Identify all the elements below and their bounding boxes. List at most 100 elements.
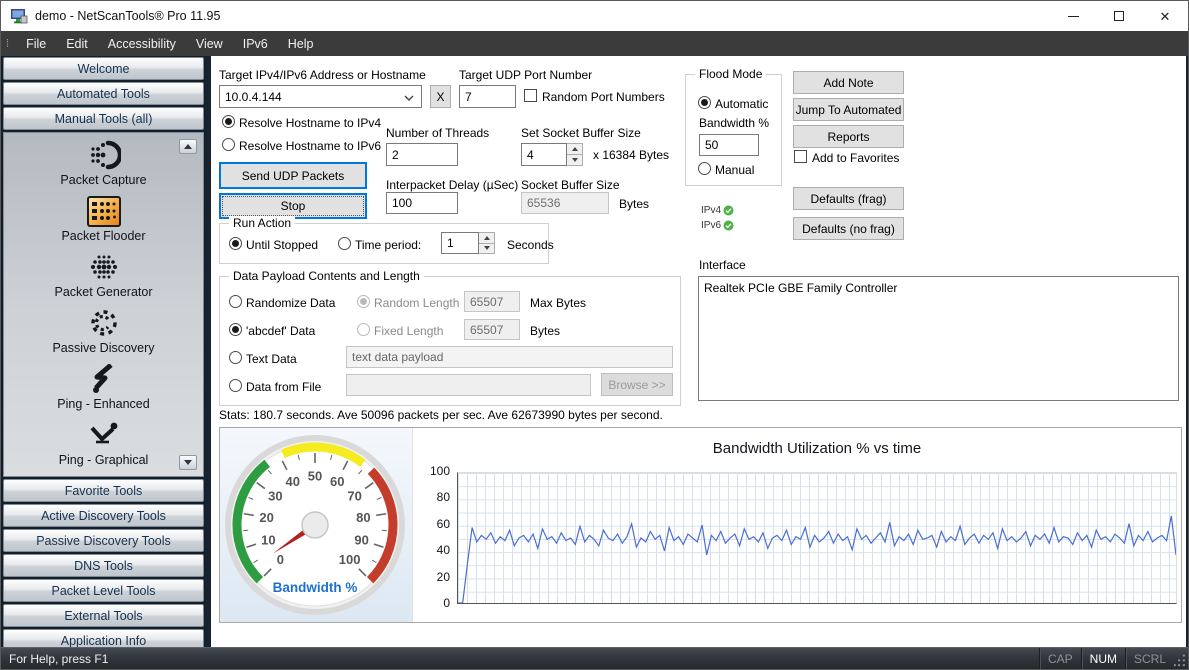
sidebar-section-favorite-tools[interactable]: Favorite Tools bbox=[3, 479, 204, 502]
svg-text:60: 60 bbox=[330, 474, 344, 489]
bandwidth-percent-label: Bandwidth % bbox=[699, 116, 769, 130]
scroll-up-button[interactable] bbox=[179, 139, 197, 154]
defaults-nofrag-button[interactable]: Defaults (no frag) bbox=[793, 217, 904, 240]
scroll-down-button[interactable] bbox=[179, 455, 197, 470]
abcdef-data-radio[interactable] bbox=[229, 323, 242, 336]
y-tick-label: 40 bbox=[420, 543, 450, 557]
time-period-radio[interactable] bbox=[338, 237, 351, 250]
stats-text: Stats: 180.7 seconds. Ave 50096 packets … bbox=[219, 408, 663, 422]
resolve-ipv6-radio[interactable] bbox=[222, 138, 235, 151]
ipv4-label: IPv4 bbox=[701, 205, 721, 216]
time-period-label: Time period: bbox=[355, 238, 421, 252]
target-address-value: 10.0.4.144 bbox=[225, 90, 282, 104]
sidebar-section-passive-discovery[interactable]: Passive Discovery Tools bbox=[3, 529, 204, 552]
abcdef-data-label: 'abcdef' Data bbox=[246, 324, 315, 338]
svg-text:20: 20 bbox=[259, 510, 273, 525]
tool-packet-generator[interactable]: Packet Generator bbox=[4, 250, 203, 306]
random-length-radio bbox=[357, 295, 370, 308]
randomize-data-radio[interactable] bbox=[229, 295, 242, 308]
tool-ping-graphical[interactable]: Ping - Graphical bbox=[4, 418, 203, 474]
add-to-favorites-checkbox[interactable] bbox=[794, 150, 807, 163]
svg-text:Bandwidth %: Bandwidth % bbox=[273, 580, 358, 595]
interpacket-delay-input[interactable]: 100 bbox=[386, 192, 458, 214]
tool-packet-flooder[interactable]: Packet Flooder bbox=[4, 194, 203, 250]
socket-buffer-size-input: 65536 bbox=[521, 192, 609, 214]
menu-ipv6[interactable]: IPv6 bbox=[233, 31, 278, 56]
sidebar-section-dns-tools[interactable]: DNS Tools bbox=[3, 554, 204, 577]
defaults-frag-button[interactable]: Defaults (frag) bbox=[793, 187, 904, 210]
bandwidth-percent-input[interactable]: 50 bbox=[699, 134, 759, 156]
text-data-input[interactable]: text data payload bbox=[346, 346, 673, 368]
packet-flooder-panel: Target IPv4/IPv6 Address or Hostname 10.… bbox=[211, 56, 1186, 647]
interface-listbox[interactable]: Realtek PCIe GBE Family Controller bbox=[698, 276, 1179, 401]
tool-packet-capture[interactable]: Packet Capture bbox=[4, 138, 203, 194]
socket-buffer-size-suffix: Bytes bbox=[619, 197, 649, 211]
interpacket-delay-label: Interpacket Delay (µSec) bbox=[386, 178, 518, 192]
socket-multiplier-spinner[interactable]: 4 bbox=[521, 143, 583, 166]
maximize-button[interactable] bbox=[1096, 1, 1142, 31]
sidebar-section-active-discovery[interactable]: Active Discovery Tools bbox=[3, 504, 204, 527]
sidebar-section-external-tools[interactable]: External Tools bbox=[3, 604, 204, 627]
sidebar-section-automated-tools[interactable]: Automated Tools bbox=[3, 82, 204, 105]
time-period-suffix: Seconds bbox=[507, 238, 554, 252]
tool-label: Passive Discovery bbox=[52, 341, 154, 355]
send-udp-packets-button[interactable]: Send UDP Packets bbox=[219, 162, 367, 189]
tool-passive-discovery[interactable]: Passive Discovery bbox=[4, 306, 203, 362]
until-stopped-radio[interactable] bbox=[229, 237, 242, 250]
minimize-button[interactable] bbox=[1050, 1, 1096, 31]
resolve-ipv6-label: Resolve Hostname to IPv6 bbox=[239, 139, 381, 153]
y-tick-label: 0 bbox=[420, 596, 450, 610]
menu-help[interactable]: Help bbox=[278, 31, 324, 56]
menu-edit[interactable]: Edit bbox=[56, 31, 98, 56]
text-data-radio[interactable] bbox=[229, 351, 242, 364]
fixed-length-label: Fixed Length bbox=[374, 324, 443, 338]
toolbar-grip-icon: ⁞ bbox=[6, 38, 8, 50]
threads-input[interactable]: 2 bbox=[386, 143, 458, 166]
spin-up-button[interactable] bbox=[479, 233, 494, 243]
time-period-value[interactable]: 1 bbox=[441, 232, 479, 254]
manual-radio[interactable] bbox=[698, 162, 711, 175]
udp-port-input[interactable]: 7 bbox=[459, 85, 516, 108]
title-bar: demo - NetScanTools® Pro 11.95 ✕ bbox=[1, 1, 1188, 31]
target-address-combobox[interactable]: 10.0.4.144 bbox=[219, 85, 422, 108]
maximize-icon bbox=[1114, 11, 1124, 21]
resolve-ipv4-radio[interactable] bbox=[222, 115, 235, 128]
reports-button[interactable]: Reports bbox=[793, 125, 904, 148]
time-period-spinner[interactable]: 1 bbox=[441, 232, 495, 254]
sidebar-section-packet-level-tools[interactable]: Packet Level Tools bbox=[3, 579, 204, 602]
spin-up-button[interactable] bbox=[567, 144, 582, 154]
spin-down-button[interactable] bbox=[479, 243, 494, 254]
spin-down-button[interactable] bbox=[567, 154, 582, 165]
interface-item[interactable]: Realtek PCIe GBE Family Controller bbox=[704, 281, 1173, 295]
random-ports-label: Random Port Numbers bbox=[542, 90, 665, 104]
menu-file[interactable]: File bbox=[16, 31, 56, 56]
add-note-button[interactable]: Add Note bbox=[793, 71, 904, 94]
add-to-favorites-label: Add to Favorites bbox=[812, 151, 899, 165]
tool-label: Packet Flooder bbox=[61, 229, 145, 243]
resize-grip-icon[interactable] bbox=[1174, 648, 1188, 669]
sidebar-section-manual-tools[interactable]: Manual Tools (all) bbox=[3, 107, 204, 130]
manual-label: Manual bbox=[715, 163, 754, 177]
tool-ping-enhanced[interactable]: Ping - Enhanced bbox=[4, 362, 203, 418]
browse-button: Browse >> bbox=[601, 373, 673, 396]
num-lock-indicator: NUM bbox=[1081, 648, 1125, 669]
automatic-radio[interactable] bbox=[698, 96, 711, 109]
socket-multiplier-value[interactable]: 4 bbox=[521, 143, 567, 166]
tool-label: Ping - Graphical bbox=[59, 453, 149, 467]
data-from-file-radio[interactable] bbox=[229, 379, 242, 392]
menu-accessibility[interactable]: Accessibility bbox=[98, 31, 186, 56]
ipv6-status: IPv6 bbox=[701, 220, 734, 231]
close-button[interactable]: ✕ bbox=[1142, 1, 1188, 31]
ping-graphical-icon bbox=[86, 418, 122, 452]
arrow-up-icon bbox=[572, 147, 578, 151]
clear-target-button[interactable]: X bbox=[430, 85, 451, 108]
jump-to-automated-button[interactable]: Jump To Automated bbox=[793, 98, 904, 121]
max-bytes-input: 65507 bbox=[464, 291, 520, 312]
close-icon: ✕ bbox=[1160, 10, 1171, 23]
results-panel: 0102030405060708090100Bandwidth % Bandwi… bbox=[219, 427, 1182, 623]
socket-buffer-size-label: Socket Buffer Size bbox=[521, 178, 620, 192]
sidebar-section-welcome[interactable]: Welcome bbox=[3, 57, 204, 80]
menu-view[interactable]: View bbox=[186, 31, 233, 56]
interface-label: Interface bbox=[699, 258, 746, 272]
random-ports-checkbox[interactable] bbox=[524, 89, 537, 102]
